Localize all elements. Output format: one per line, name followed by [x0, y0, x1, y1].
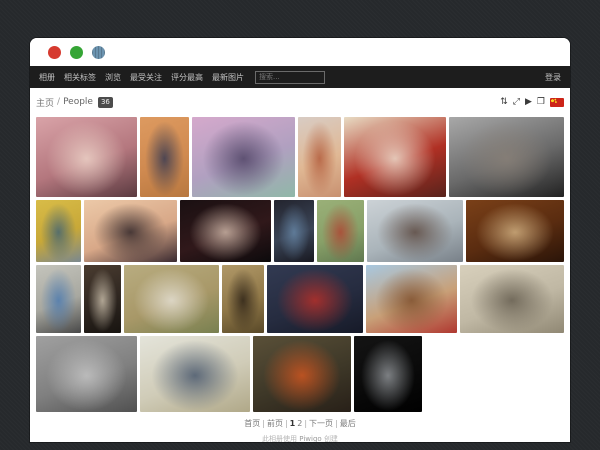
photo-orange-turban-woman[interactable] [253, 336, 351, 412]
browser-window: 相册相关标签浏览最受关注评分最高最新图片 登录 主页 / People 36 ⇅… [30, 38, 570, 442]
breadcrumb: 主页 / People 36 ⇅ ⤢ ▶ ❐ [36, 91, 564, 113]
pagination-next[interactable]: 下一页 [309, 419, 333, 428]
photo-musket-reenactment[interactable] [124, 265, 219, 333]
pagination-prev[interactable]: 前页 [267, 419, 283, 428]
footer-piwigo-link[interactable]: Piwigo [299, 435, 321, 442]
pagination-separator: | [304, 419, 307, 428]
photo-row-4 [36, 336, 564, 412]
photo-stage-singer[interactable] [180, 200, 271, 262]
slideshow-icon[interactable]: ▶ [525, 98, 532, 107]
photo-basket-fishermen[interactable] [140, 336, 250, 412]
pagination-first[interactable]: 首页 [244, 419, 260, 428]
nav-item-2[interactable]: 相关标签 [64, 72, 96, 83]
zoom-button[interactable] [92, 46, 105, 59]
photo-sunset-dancer[interactable] [84, 200, 177, 262]
photo-jump-rope-man[interactable] [140, 117, 189, 197]
page-footer: 此相册使用 Piwigo 创建 [36, 434, 564, 442]
photo-row-2 [36, 200, 564, 262]
page-content: 主页 / People 36 ⇅⤢▶❐ 首页|前页|12|下一页|最后 此相册使… [30, 91, 570, 442]
photo-bar-musicians[interactable] [466, 200, 564, 262]
photo-pearl-earring-girl[interactable] [274, 200, 314, 262]
pagination-page-2[interactable]: 2 [297, 419, 302, 428]
pagination-last[interactable]: 最后 [340, 419, 356, 428]
photo-headwrap-portrait-bw[interactable] [449, 117, 564, 197]
photo-upside-down-girl[interactable] [366, 265, 457, 333]
traffic-lights [48, 46, 105, 59]
footer-text-prefix: 此相册使用 [262, 435, 297, 442]
breadcrumb-home-link[interactable]: 主页 [36, 96, 54, 109]
photo-row-3 [36, 265, 564, 333]
close-button[interactable] [48, 46, 61, 59]
photo-pastel-cyclist[interactable] [192, 117, 295, 197]
photo-newborn-baby[interactable] [36, 117, 137, 197]
pagination: 首页|前页|12|下一页|最后 [36, 418, 564, 429]
photo-grid [36, 117, 564, 412]
gallery-toolbar: ⇅ ⤢ ▶ ❐ [500, 98, 564, 107]
navbar-menu: 相册相关标签浏览最受关注评分最高最新图片 [39, 72, 253, 83]
pagination-separator: | [262, 419, 265, 428]
photo-sizes-icon[interactable]: ⤢ [513, 98, 520, 107]
photo-archway-couple[interactable] [84, 265, 121, 333]
photo-stone-statue[interactable] [36, 336, 137, 412]
nav-item-1[interactable]: 相册 [39, 72, 55, 83]
login-link[interactable]: 登录 [545, 72, 561, 83]
photo-monks-at-window[interactable] [344, 117, 446, 197]
photo-field-costume-woman[interactable] [222, 265, 264, 333]
footer-text-suffix: 创建 [324, 435, 338, 442]
window-titlebar [30, 38, 570, 66]
search-input[interactable] [255, 71, 325, 84]
photo-water-splash-man[interactable] [367, 200, 463, 262]
minimize-button[interactable] [70, 46, 83, 59]
nav-item-3[interactable]: 浏览 [105, 72, 121, 83]
photo-row-1 [36, 117, 564, 197]
photo-napoleonic-soldiers[interactable] [267, 265, 363, 333]
pagination-page-1: 1 [290, 419, 296, 428]
photo-bubble-girl[interactable] [298, 117, 341, 197]
nav-item-6[interactable]: 最新图片 [212, 72, 244, 83]
nav-item-4[interactable]: 最受关注 [130, 72, 162, 83]
breadcrumb-separator: / [57, 97, 60, 107]
pagination-separator: | [335, 419, 338, 428]
nav-item-5[interactable]: 评分最高 [171, 72, 203, 83]
photo-blue-helmet-boy[interactable] [36, 265, 81, 333]
pagination-separator: | [285, 419, 288, 428]
photo-count-badge: 36 [98, 97, 113, 108]
breadcrumb-category: People [63, 97, 93, 107]
photo-spotlight-singer[interactable] [354, 336, 422, 412]
china-flag-icon[interactable] [550, 98, 564, 107]
sort-order-icon[interactable]: ⇅ [500, 98, 508, 107]
top-navbar: 相册相关标签浏览最受关注评分最高最新图片 登录 [30, 66, 570, 88]
photo-costume-drummers[interactable] [317, 200, 364, 262]
photo-basilica-steps-woman[interactable] [460, 265, 564, 333]
photo-gym-hall[interactable] [36, 200, 81, 262]
display-mode-icon[interactable]: ❐ [537, 98, 545, 107]
